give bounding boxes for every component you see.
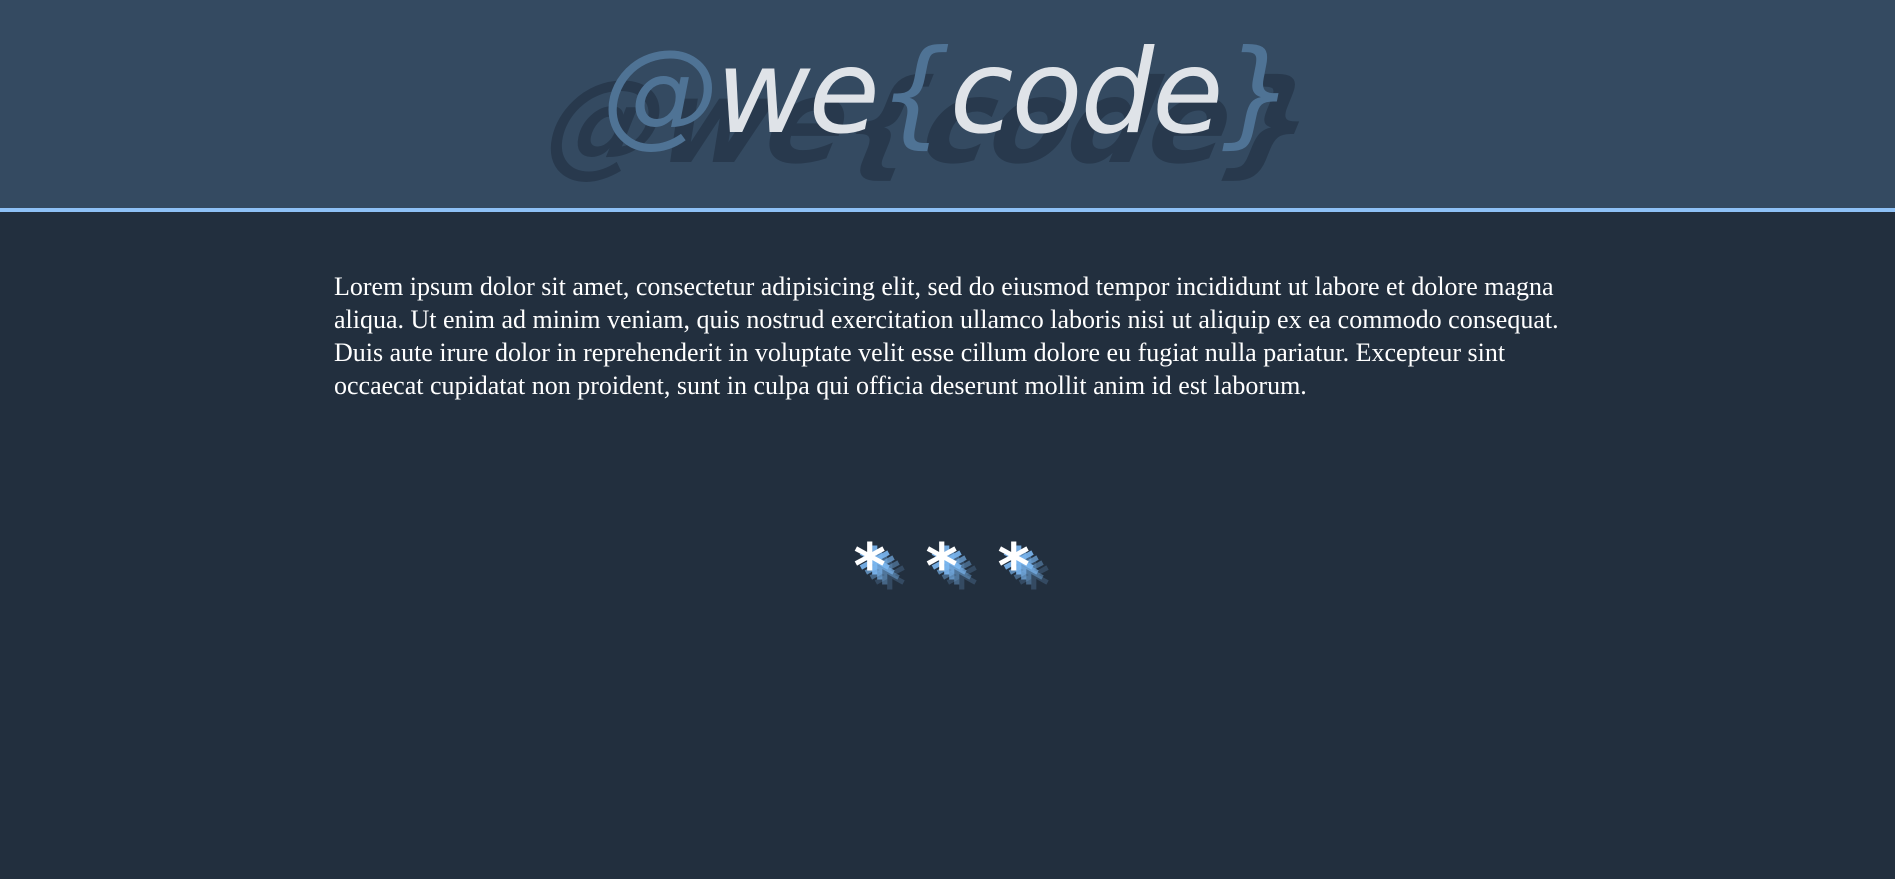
divider-asterisk-1: * * * * * — [853, 530, 906, 622]
logo-at-symbol: @ — [601, 25, 718, 160]
site-header: @we{code} @we{code} — [0, 0, 1895, 212]
logo-open-brace: { — [877, 25, 952, 160]
logo-we: we — [715, 25, 880, 160]
divider-asterisk-3: * * * * * — [997, 530, 1050, 622]
divider-asterisk-2: * * * * * — [925, 530, 978, 622]
main-paragraph: Lorem ipsum dolor sit amet, consectetur … — [334, 272, 1559, 400]
logo-close-brace: } — [1221, 25, 1296, 160]
section-divider: * * * * * * * * * * * * * * * — [0, 530, 1895, 622]
logo-text: @we{code} — [0, 18, 1895, 168]
logo-code: code — [949, 25, 1224, 160]
site-logo[interactable]: @we{code} @we{code} — [0, 0, 1895, 208]
